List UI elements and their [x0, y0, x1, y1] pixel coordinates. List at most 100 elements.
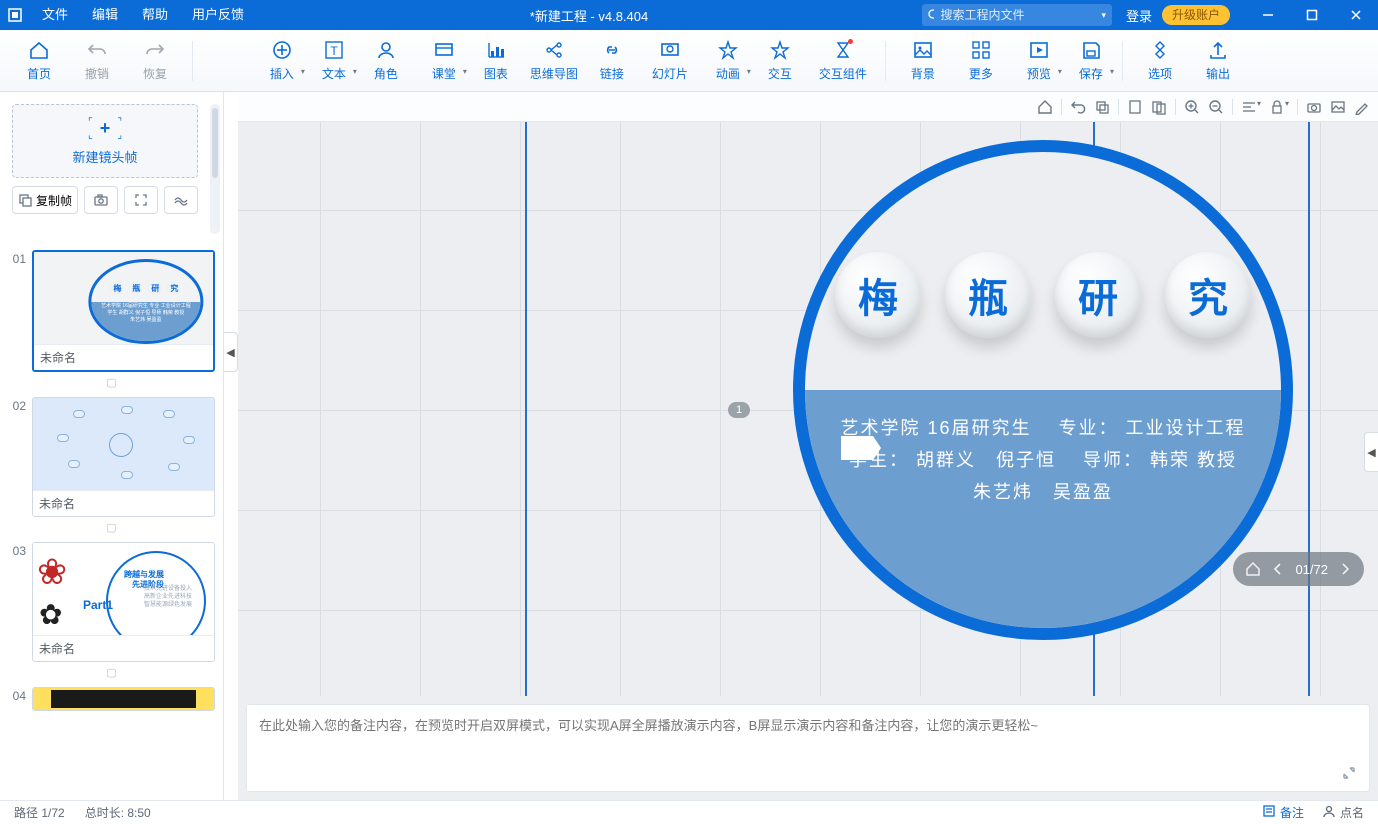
fullscreen-button[interactable]: [124, 186, 158, 214]
canvas-stage[interactable]: 1 艺术学院 16届研究生 专业： 工业设计工程 学生： 胡群义 倪子恒 导师：…: [238, 122, 1378, 696]
nav-page-indicator: 01/72: [1295, 562, 1328, 577]
zoom-out-icon[interactable]: [1208, 99, 1224, 115]
sidebar-scrollbar[interactable]: [210, 104, 220, 234]
nav-pill: 01/72: [1233, 552, 1364, 586]
rotate-left-icon[interactable]: [1070, 99, 1086, 115]
status-path: 路径 1/72: [14, 804, 65, 821]
ribbon-component[interactable]: 交互组件: [809, 39, 877, 82]
transition-button[interactable]: [164, 186, 198, 214]
menu-feedback[interactable]: 用户反馈: [180, 0, 256, 30]
status-notes-button[interactable]: 备注: [1262, 804, 1304, 821]
login-link[interactable]: 登录: [1126, 6, 1152, 25]
zoom-in-icon[interactable]: [1184, 99, 1200, 115]
ribbon-link[interactable]: 链接: [583, 39, 641, 82]
menu-edit[interactable]: 编辑: [80, 0, 130, 30]
slide-item[interactable]: 03 ❀✿ 跨越与发展 先进阶段 Part1 技术先进设备投入高新企业先进科技智…: [8, 542, 215, 662]
upgrade-button[interactable]: 升级账户: [1162, 5, 1230, 25]
picture-icon[interactable]: [1330, 99, 1346, 115]
nav-prev-icon[interactable]: [1271, 562, 1285, 576]
window-maximize[interactable]: [1290, 0, 1334, 30]
expand-icon[interactable]: [1329, 705, 1369, 791]
wave-icon: [173, 192, 189, 208]
ribbon-slide[interactable]: 幻灯片: [641, 39, 699, 82]
status-duration: 总时长: 8:50: [85, 804, 151, 821]
app-icon: [0, 7, 30, 23]
caret-icon[interactable]: ▾: [1110, 67, 1114, 76]
slide-timer-icon[interactable]: ▢: [8, 521, 215, 534]
camera-button[interactable]: [84, 186, 118, 214]
plus-icon: +: [100, 118, 111, 139]
letter-ball: 研: [1055, 252, 1141, 338]
window-title: *新建工程 - v4.8.404: [256, 6, 922, 25]
edit-icon[interactable]: [1354, 99, 1370, 115]
chart-icon: [485, 39, 507, 61]
notes-icon: [1262, 804, 1276, 818]
slide-item[interactable]: 02 未命名: [8, 397, 215, 517]
play-icon: [1028, 39, 1050, 61]
ribbon-options[interactable]: 选项: [1131, 39, 1189, 82]
slide-main-circle[interactable]: 艺术学院 16届研究生 专业： 工业设计工程 学生： 胡群义 倪子恒 导师： 韩…: [793, 140, 1293, 640]
copy-icon[interactable]: [1094, 99, 1110, 115]
slide-item[interactable]: 01 梅瓶研究艺术学院 16届研究生 专业 工业设计工程学生 胡群义 倪子恒 导…: [8, 250, 215, 372]
camera-icon[interactable]: [1306, 99, 1322, 115]
ribbon-redo[interactable]: 恢复: [126, 39, 184, 82]
copy-icon: [18, 193, 32, 207]
lock-icon[interactable]: ▾: [1269, 99, 1289, 115]
ribbon-mindmap[interactable]: 思维导图: [525, 39, 583, 82]
ribbon-interact[interactable]: 交互: [751, 39, 809, 82]
sidebar: ⌜ ⌝ ⌞ ⌟ + 新建镜头帧 复制帧: [0, 92, 224, 800]
person-icon: [1322, 804, 1336, 818]
link-icon: [601, 39, 623, 61]
class-icon: [433, 39, 455, 61]
plus-circle-icon: [271, 39, 293, 61]
copy-frame-button[interactable]: 复制帧: [12, 186, 78, 214]
camera-icon: [93, 192, 109, 208]
slides-list: 01 梅瓶研究艺术学院 16届研究生 专业 工业设计工程学生 胡群义 倪子恒 导…: [0, 246, 223, 800]
slide-number: 02: [8, 397, 26, 413]
title-letters: 梅 瓶 研 究: [835, 252, 1251, 338]
slide-timer-icon[interactable]: ▢: [8, 666, 215, 679]
slide-number: 04: [8, 687, 26, 703]
app-menu: 文件 编辑 帮助 用户反馈: [30, 0, 256, 30]
slide-number: 03: [8, 542, 26, 558]
nav-home-icon[interactable]: [1245, 561, 1261, 577]
new-frame-button[interactable]: ⌜ ⌝ ⌞ ⌟ + 新建镜头帧: [12, 104, 198, 178]
ribbon-home[interactable]: 首页: [10, 39, 68, 82]
search-icon: [928, 9, 934, 21]
slide-timer-icon[interactable]: ▢: [8, 376, 215, 389]
page-icon[interactable]: [1127, 99, 1143, 115]
nav-next-icon[interactable]: [1338, 562, 1352, 576]
ribbon-chart[interactable]: 图表: [467, 39, 525, 82]
person-icon: [375, 39, 397, 61]
component-icon: [832, 39, 854, 61]
align-icon[interactable]: ▾: [1241, 99, 1261, 115]
slide-item[interactable]: 04: [8, 687, 215, 711]
right-panel-handle[interactable]: ◀: [1364, 432, 1378, 472]
ribbon-undo[interactable]: 撤销: [68, 39, 126, 82]
notes-panel: [246, 704, 1370, 792]
search-dropdown-icon[interactable]: ▾: [1101, 10, 1106, 21]
ribbon-role[interactable]: 角色: [357, 39, 415, 82]
window-minimize[interactable]: [1246, 0, 1290, 30]
mindmap-icon: [543, 39, 565, 61]
interact-icon: [769, 39, 791, 61]
notes-input[interactable]: [247, 705, 1329, 791]
slide-number: 01: [8, 250, 26, 266]
grid-icon: [970, 39, 992, 61]
ribbon-output[interactable]: 输出: [1189, 39, 1247, 82]
window-close[interactable]: [1334, 0, 1378, 30]
search-box[interactable]: ▾: [922, 4, 1112, 26]
fullscreen-arrows-icon: [133, 192, 149, 208]
letter-ball: 瓶: [945, 252, 1031, 338]
menu-help[interactable]: 帮助: [130, 0, 180, 30]
status-bar: 路径 1/72 总时长: 8:50 备注 点名: [0, 800, 1378, 824]
home-icon[interactable]: [1037, 99, 1053, 115]
pages-icon[interactable]: [1151, 99, 1167, 115]
canvas-area: ▾ ▾ 1 艺术学院 16届研究生 专业： 工业设计工程 学生： 胡群义 倪子恒…: [238, 92, 1378, 800]
search-input[interactable]: [940, 8, 1095, 22]
ribbon-bg[interactable]: 背景: [894, 39, 952, 82]
ribbon-more[interactable]: 更多: [952, 39, 1010, 82]
sidebar-collapse-handle[interactable]: ◀: [224, 332, 238, 372]
menu-file[interactable]: 文件: [30, 0, 80, 30]
status-rollcall-button[interactable]: 点名: [1322, 804, 1364, 821]
